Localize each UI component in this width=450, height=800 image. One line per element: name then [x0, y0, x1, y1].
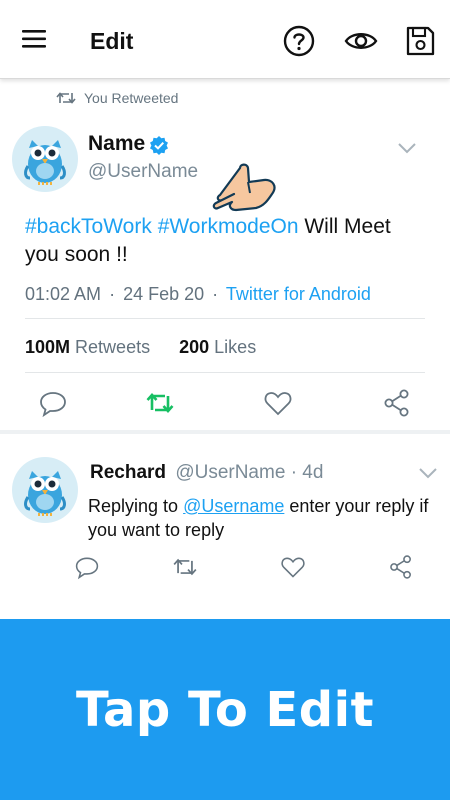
- reply-icon[interactable]: [38, 388, 68, 418]
- tweet-separator: [0, 430, 450, 434]
- retweet-icon[interactable]: [145, 388, 175, 418]
- save-icon[interactable]: [403, 24, 437, 58]
- avatar[interactable]: [12, 126, 78, 192]
- reply-avatar[interactable]: [12, 457, 78, 523]
- retweet-icon[interactable]: [172, 554, 198, 580]
- tweet-stats: 100M Retweets 200 Likes: [25, 337, 256, 358]
- like-icon[interactable]: [280, 554, 306, 580]
- page-title: Edit: [90, 28, 134, 54]
- likes-label[interactable]: Likes: [214, 337, 256, 357]
- hashtag-link[interactable]: #WorkmodeOn: [158, 215, 299, 238]
- banner-text: Tap To Edit: [75, 681, 375, 738]
- reply-icon[interactable]: [74, 554, 100, 580]
- menu-icon[interactable]: [22, 27, 48, 51]
- retweet-small-icon: [56, 92, 76, 104]
- app-bar: Edit: [0, 0, 450, 79]
- tweet-time: 01:02 AM: [25, 284, 102, 304]
- retweeted-label: You Retweeted: [56, 90, 178, 106]
- like-icon[interactable]: [263, 388, 293, 418]
- help-icon[interactable]: [282, 24, 316, 58]
- likes-count[interactable]: 200: [179, 337, 209, 357]
- chevron-down-icon[interactable]: [417, 466, 439, 480]
- divider: [25, 318, 425, 319]
- reply-text: Replying to @Username enter your reply i…: [88, 494, 438, 542]
- retweeted-text: You Retweeted: [84, 90, 179, 106]
- tweet-meta: 01:02 AM · 24 Feb 20 · Twitter for Andro…: [25, 284, 371, 304]
- tweet-date: 24 Feb 20: [123, 284, 205, 304]
- reply-author-name[interactable]: Rechard: [90, 462, 166, 483]
- eye-icon[interactable]: [343, 24, 379, 58]
- share-icon[interactable]: [382, 388, 412, 418]
- divider: [25, 372, 425, 373]
- tap-to-edit-banner[interactable]: Tap To Edit: [0, 619, 450, 800]
- share-icon[interactable]: [388, 554, 414, 580]
- retweets-count[interactable]: 100M: [25, 337, 70, 357]
- tweet-source[interactable]: Twitter for Android: [226, 284, 371, 304]
- hashtag-link[interactable]: #backToWork: [25, 215, 152, 238]
- author-handle[interactable]: @UserName: [88, 161, 198, 183]
- retweets-label[interactable]: Retweets: [75, 337, 150, 357]
- tweet-text: #backToWork #WorkmodeOn Will Meet you so…: [25, 213, 425, 269]
- owl-avatar-icon: [24, 471, 66, 516]
- owl-avatar-icon: [24, 140, 66, 185]
- chevron-down-icon[interactable]: [396, 141, 418, 155]
- reply-author-handle[interactable]: @UserName: [175, 462, 285, 483]
- reply-prefix: Replying to: [88, 496, 184, 516]
- verified-badge-icon: [150, 136, 168, 155]
- reply-age: 4d: [302, 462, 324, 483]
- reply-header: Rechard @UserName · 4d: [90, 462, 324, 483]
- mention-link[interactable]: @Username: [183, 496, 284, 516]
- tap-hand-icon: [212, 163, 276, 212]
- author-name[interactable]: Name: [88, 132, 145, 156]
